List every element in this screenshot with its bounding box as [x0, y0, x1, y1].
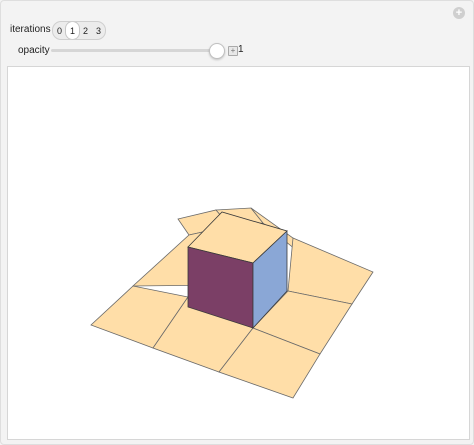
demonstration-panel: + iterations 0 1 2 3 opacity + 1 — [0, 0, 474, 445]
opacity-slider[interactable] — [51, 43, 225, 59]
iterations-option-3[interactable]: 3 — [92, 22, 105, 39]
iterations-label: iterations — [10, 24, 51, 35]
iterations-option-2[interactable]: 2 — [79, 22, 92, 39]
iterations-option-0[interactable]: 0 — [53, 22, 66, 39]
iterations-option-1[interactable]: 1 — [66, 22, 79, 39]
plus-icon[interactable]: + — [453, 7, 465, 19]
expand-icon[interactable]: + — [228, 46, 238, 56]
opacity-value: 1 — [238, 44, 244, 55]
opacity-slider-thumb[interactable] — [209, 43, 225, 59]
iterations-setter[interactable]: 0 1 2 3 — [52, 21, 106, 40]
opacity-label: opacity — [18, 45, 50, 56]
3d-graphics-viewport[interactable] — [7, 66, 470, 440]
